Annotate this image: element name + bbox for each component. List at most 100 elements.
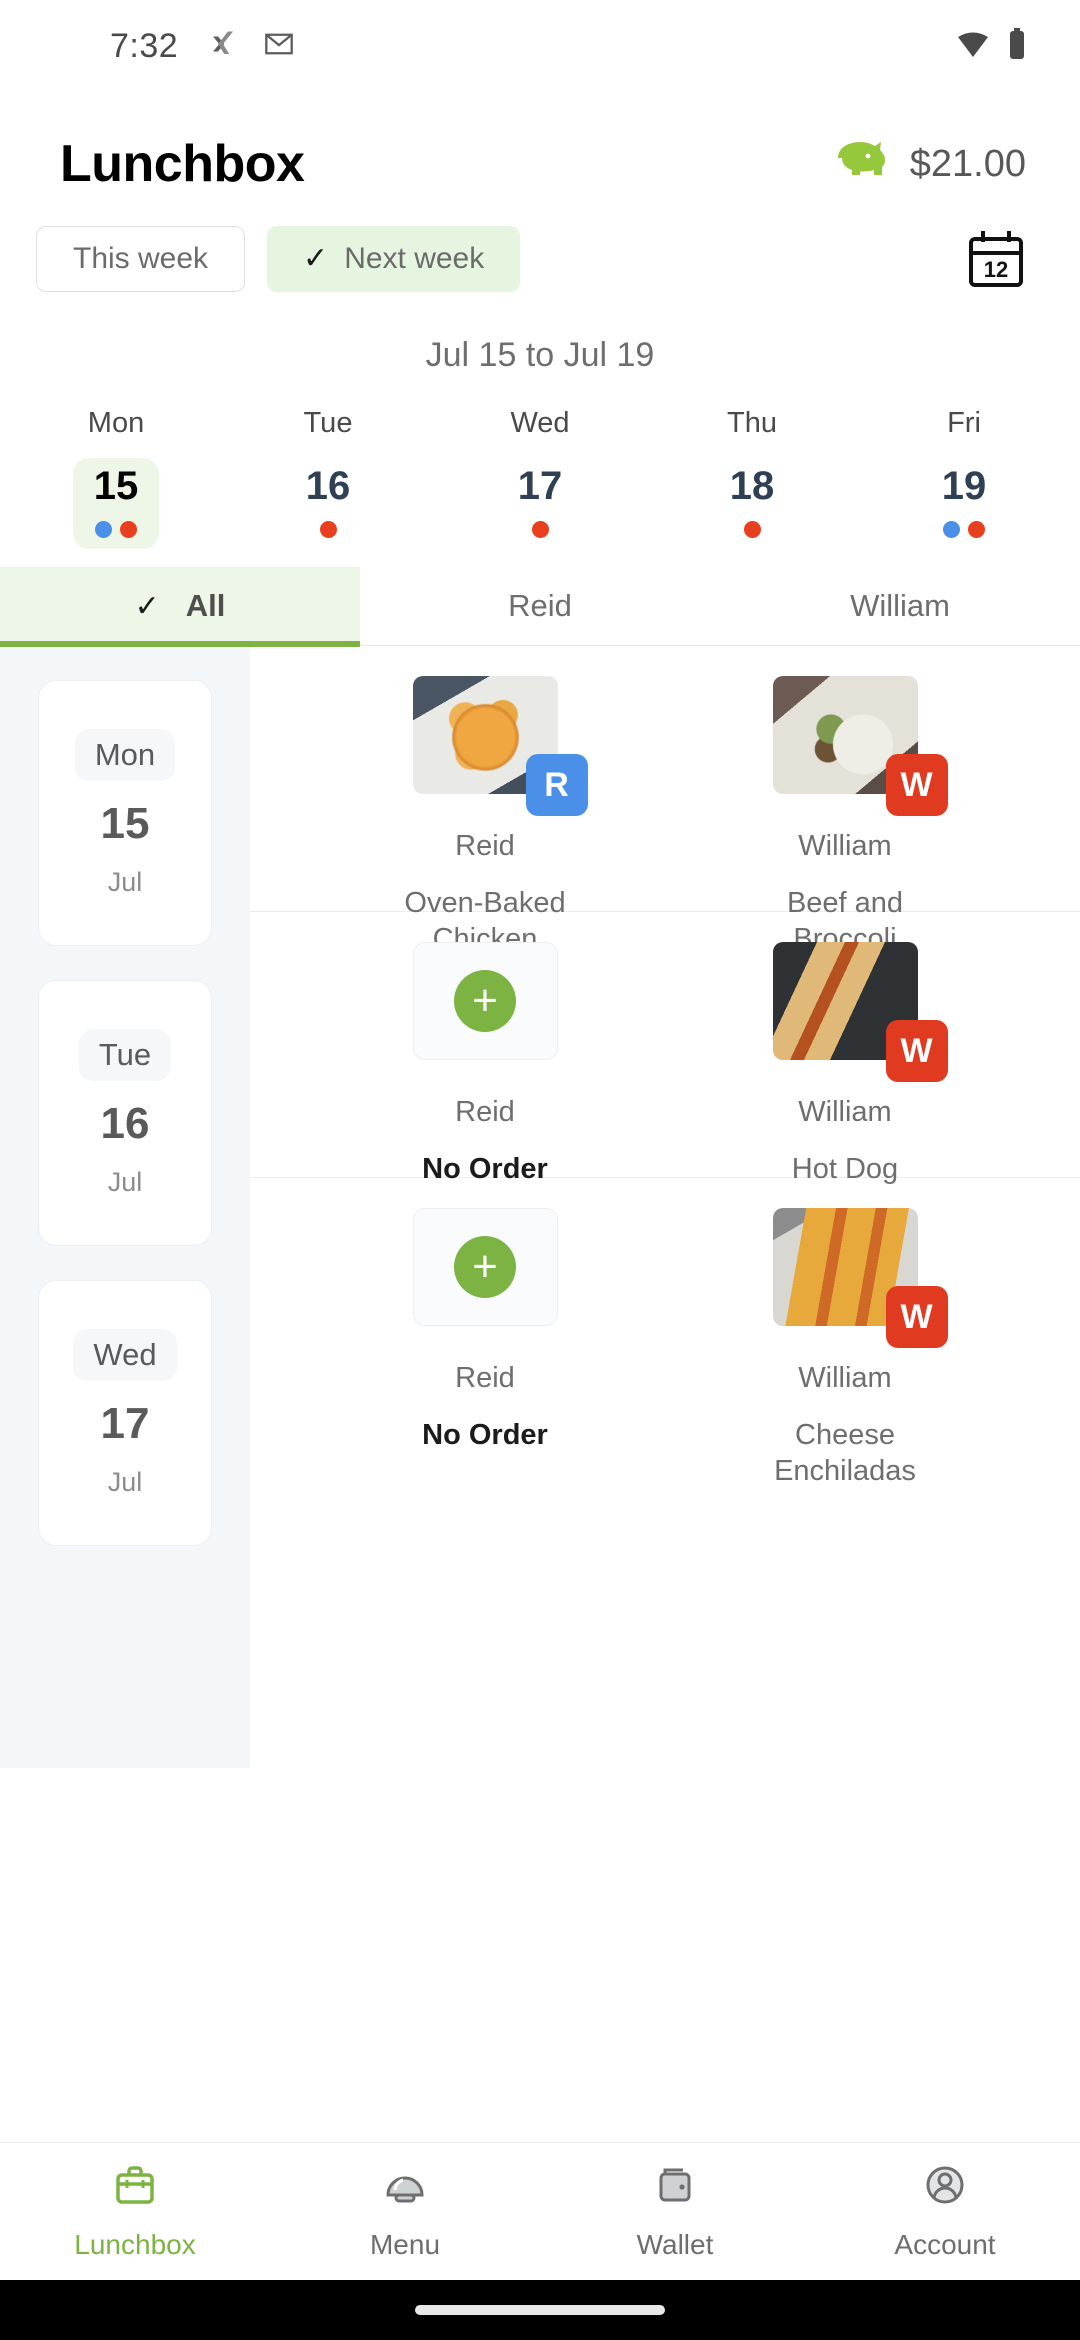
wallet-balance[interactable]: $21.00 — [828, 136, 1026, 193]
page-title: Lunchbox — [60, 135, 305, 193]
check-icon: ✓ — [303, 242, 329, 275]
rail-month: Jul — [107, 866, 143, 897]
nav-item-wallet[interactable]: Wallet — [540, 2143, 810, 2280]
rail-month: Jul — [107, 1466, 143, 1497]
balance-amount: $21.00 — [909, 142, 1026, 185]
day-name: Mon — [87, 407, 145, 439]
gmail-icon — [264, 31, 294, 62]
rail-day-card[interactable]: Mon 15 Jul — [38, 680, 212, 946]
meal-thumbnail-wrapper[interactable]: W — [772, 942, 948, 1082]
status-notification-icons — [208, 29, 294, 64]
nav-item-label: Lunchbox — [74, 2229, 196, 2260]
nav-item-menu[interactable]: Menu — [270, 2143, 540, 2280]
day-cell[interactable]: 16 — [285, 458, 371, 549]
day-order-dots — [319, 521, 337, 539]
order-dot — [743, 521, 761, 538]
battery-icon — [1008, 27, 1026, 65]
calendar-icon[interactable]: 12 — [966, 229, 1026, 289]
person-circle-icon — [922, 2162, 968, 2215]
nav-item-label: Wallet — [636, 2229, 714, 2260]
day-name: Thu — [727, 407, 777, 439]
app-header: Lunchbox $21.00 — [0, 92, 1080, 194]
order-dot — [95, 521, 112, 538]
meal-row: + Reid No Order W William Hot Dog — [250, 912, 1080, 1185]
order-dot — [120, 521, 137, 538]
calendar-day-number: 12 — [984, 257, 1008, 282]
meal-cell[interactable]: W William Beef and Broccoli — [738, 676, 953, 958]
day-column-tue[interactable]: Tue 16 — [222, 407, 434, 549]
day-column-thu[interactable]: Thu 18 — [646, 407, 858, 549]
status-time: 7:32 — [110, 26, 179, 65]
day-order-dots — [943, 521, 985, 539]
tab-reid[interactable]: Reid — [360, 567, 720, 645]
order-dot — [319, 521, 337, 538]
next-week-chip[interactable]: ✓ Next week — [267, 226, 521, 292]
meal-item-name: Cheese Enchiladas — [774, 1419, 916, 1488]
plus-icon: + — [454, 970, 516, 1032]
meal-cell[interactable]: + Reid No Order — [378, 942, 593, 1187]
meal-cell[interactable]: W William Hot Dog — [738, 942, 953, 1187]
check-icon: ✓ — [134, 589, 160, 623]
tab-all[interactable]: ✓ All — [0, 567, 360, 647]
meal-person-name: William — [798, 830, 892, 862]
rail-day-card[interactable]: Tue 16 Jul — [38, 980, 212, 1246]
rail-day-card[interactable]: Wed 17 Jul — [38, 1280, 212, 1546]
nav-item-lunchbox[interactable]: Lunchbox — [0, 2143, 270, 2280]
meal-row: RReidOven-Baked Chicken TendersWWilliamB… — [250, 646, 1080, 992]
meal-cell[interactable]: + Reid No Order — [378, 1208, 593, 1453]
meal-person-name: Reid — [455, 1096, 515, 1128]
nav-item-account[interactable]: Account — [810, 2143, 1080, 2280]
plus-icon: + — [454, 1236, 516, 1298]
add-order-button[interactable]: + — [412, 942, 558, 1060]
meal-person-name: Reid — [455, 1362, 515, 1394]
day-number: 16 — [305, 464, 351, 508]
day-cell[interactable]: 19 — [921, 458, 1007, 549]
person-initial-badge: W — [885, 754, 948, 816]
day-cell[interactable]: 15 — [73, 458, 159, 549]
status-bar: 7:32 — [0, 0, 1080, 92]
day-cell[interactable]: 18 — [709, 458, 795, 549]
meal-thumbnail-wrapper[interactable]: W — [772, 1208, 948, 1348]
day-order-dots — [531, 521, 549, 539]
day-number: 18 — [729, 464, 775, 508]
person-tabs: ✓ All Reid William — [0, 567, 1080, 647]
this-week-chip[interactable]: This week — [36, 226, 246, 292]
day-name: Fri — [947, 407, 981, 439]
nav-item-label: Account — [894, 2229, 996, 2260]
food-cloche-icon — [382, 2162, 428, 2215]
tab-william[interactable]: William — [720, 567, 1080, 645]
rail-day-of-week: Wed — [73, 1328, 177, 1381]
tab-label: William — [850, 588, 950, 623]
meal-thumbnail-wrapper[interactable]: R — [412, 676, 588, 816]
day-column-wed[interactable]: Wed 17 — [434, 407, 646, 549]
day-column-fri[interactable]: Fri 19 — [858, 407, 1070, 549]
meal-row: + Reid No Order W William Cheese Enchiladas — [250, 1178, 1080, 1487]
xing-icon — [208, 29, 238, 64]
rail-day-of-week: Tue — [78, 1028, 172, 1081]
person-initial-badge: W — [885, 1286, 948, 1348]
meal-person-name: William — [798, 1362, 892, 1394]
rail-day-number: 16 — [100, 1098, 150, 1148]
no-order-label: No Order — [422, 1153, 548, 1185]
day-cell[interactable]: 17 — [497, 458, 583, 549]
wifi-icon — [956, 29, 990, 64]
meal-rows: RReidOven-Baked Chicken TendersWWilliamB… — [250, 646, 1080, 1768]
day-name: Tue — [303, 407, 353, 439]
date-range-label: Jul 15 to Jul 19 — [425, 336, 655, 374]
day-rail: Mon 15 Jul Tue 16 Jul Wed 17 Jul — [0, 646, 250, 1768]
order-dot — [943, 521, 960, 538]
rail-month: Jul — [107, 1166, 143, 1197]
day-column-mon[interactable]: Mon 15 — [10, 407, 222, 549]
meal-thumbnail-wrapper[interactable]: W — [772, 676, 948, 816]
person-initial-badge: R — [525, 754, 588, 816]
day-strip: Mon 15 Tue 16 Wed 17 Thu 18 Fri 19 — [0, 375, 1080, 549]
add-order-button[interactable]: + — [412, 1208, 558, 1326]
rail-day-number: 15 — [100, 798, 150, 848]
person-initial-badge: W — [885, 1020, 948, 1082]
rail-day-of-week: Mon — [74, 728, 176, 781]
week-selector: This week ✓ Next week 12 — [0, 194, 1080, 292]
next-week-label: Next week — [344, 242, 485, 275]
rail-day-number: 17 — [100, 1398, 150, 1448]
home-indicator[interactable] — [415, 2305, 665, 2315]
meal-cell[interactable]: W William Cheese Enchiladas — [738, 1208, 953, 1490]
